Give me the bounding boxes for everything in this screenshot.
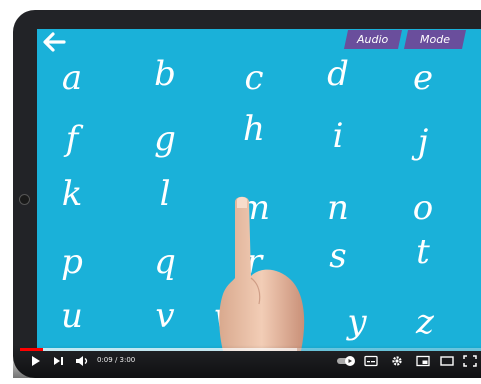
play-icon[interactable] (31, 355, 41, 369)
letter-o[interactable]: o (393, 183, 453, 233)
letter-s[interactable]: s (308, 231, 368, 281)
miniplayer-icon[interactable] (416, 355, 430, 369)
letter-n[interactable]: n (308, 183, 368, 233)
next-icon[interactable] (53, 355, 64, 369)
letter-e[interactable]: e (393, 53, 453, 103)
letter-p[interactable]: p (42, 237, 102, 287)
video-time: 0:09 / 3:00 (97, 356, 136, 364)
letter-d[interactable]: d (308, 49, 368, 99)
letter-q[interactable]: q (135, 237, 195, 287)
letter-a[interactable]: a (42, 53, 102, 103)
video-controls: 0:09 / 3:00 (13, 345, 481, 378)
pointing-hand-image (219, 196, 305, 351)
letter-v[interactable]: v (135, 291, 195, 341)
theater-icon[interactable] (440, 355, 454, 369)
letter-g[interactable]: g (135, 114, 195, 164)
letter-y[interactable]: y (327, 297, 387, 347)
progress-played (20, 348, 44, 351)
letter-i[interactable]: i (308, 111, 368, 161)
camera-dot (19, 194, 30, 205)
letter-h[interactable]: h (224, 104, 284, 154)
letter-z[interactable]: z (395, 297, 455, 347)
letter-f[interactable]: f (42, 114, 102, 164)
letter-k[interactable]: k (42, 169, 102, 219)
fullscreen-icon[interactable] (463, 355, 477, 369)
progress-bar[interactable] (20, 348, 481, 351)
settings-icon[interactable] (391, 355, 403, 369)
letter-t[interactable]: t (393, 227, 453, 277)
letter-u[interactable]: u (42, 291, 102, 341)
letter-j[interactable]: j (393, 117, 453, 167)
progress-buffered (20, 348, 297, 351)
autoplay-toggle-icon[interactable] (336, 355, 356, 369)
subtitles-icon[interactable] (364, 355, 378, 369)
volume-icon[interactable] (75, 355, 89, 369)
letter-b[interactable]: b (135, 49, 195, 99)
letter-c[interactable]: c (224, 53, 284, 103)
app-screen: Audio Mode a b c d e f g h i j k l m n o… (37, 29, 481, 351)
letter-l[interactable]: l (135, 169, 195, 219)
